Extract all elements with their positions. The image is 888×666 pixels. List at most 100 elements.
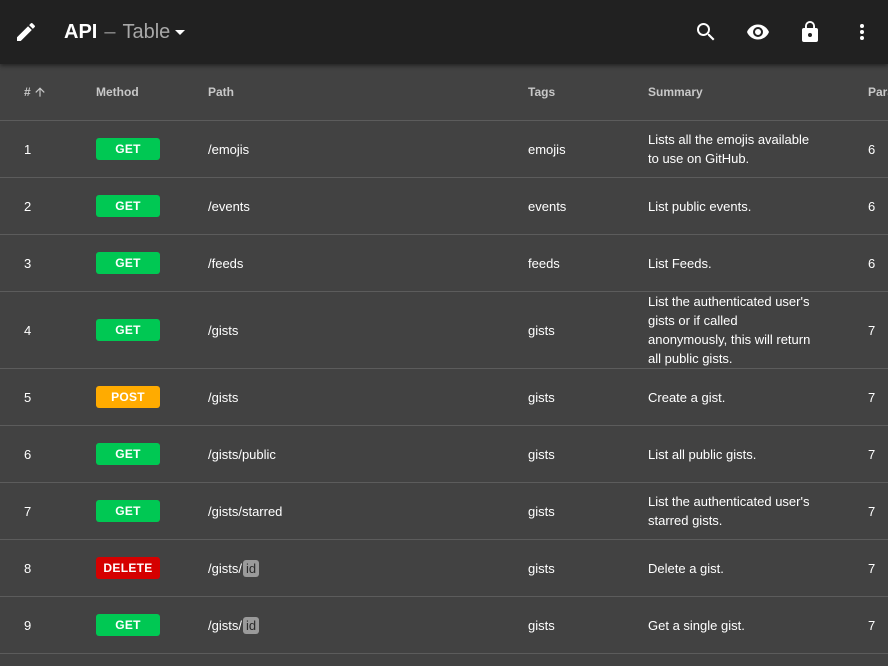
path-text: /feeds [208,255,244,271]
path-text: /gists/ [208,617,242,633]
table-row[interactable]: 1 GET/emojis emojis Lists all the emojis av… [0,121,888,178]
row-number: 5 [24,389,32,405]
path-text: /gists [208,389,239,405]
table-row[interactable]: 8 DELETE/gists/id gists Delete a gist. 7 [0,540,888,597]
more-vert-icon [860,24,864,40]
table-header: # Method Path Tags Summary Parameters [0,64,888,121]
column-header-tags[interactable]: Tags [528,64,638,120]
column-header-summary[interactable]: Summary [648,64,820,120]
path-cell: /gists/id [208,540,508,596]
caret-down-icon [175,30,186,35]
lock-button[interactable] [790,12,830,52]
method-cell: GET [96,235,196,291]
app-bar: API – Table [0,0,888,64]
row-number: 6 [24,446,32,462]
path-text: /gists/public [208,446,276,462]
endpoints-table: # Method Path Tags Summary Parameters 1 G… [0,64,888,666]
eye-icon [747,24,769,40]
tags-cell: feeds [528,255,560,271]
path-text: /gists/ [208,560,242,576]
tags-cell: gists [528,389,555,405]
tags-cell: gists [528,322,555,338]
params-cell: 6 [868,255,876,271]
summary-cell: List public events. [648,198,752,214]
method-badge: GET [96,319,160,341]
row-number: 2 [24,198,32,214]
table-row[interactable]: 2 GET/events events List public events. 6 [0,178,888,235]
search-icon [697,23,715,41]
params-cell: 7 [868,322,876,338]
path-cell: /gists [208,292,508,368]
method-cell: DELETE [96,540,196,596]
summary-cell: Get a single gist. [648,617,745,633]
method-badge: GET [96,195,160,217]
more-options-button[interactable] [842,12,882,52]
edit-button[interactable] [6,12,46,52]
tags-cell: emojis [528,141,566,157]
path-parameter-chip: id [242,616,260,634]
tags-cell: events [528,198,567,214]
title-separator: – [104,20,116,43]
column-header-params[interactable]: Parameters [868,64,888,120]
row-number: 9 [24,617,32,633]
path-cell: /gists/id [208,597,508,653]
method-badge: GET [96,500,160,522]
preview-button[interactable] [738,12,778,52]
title-api: API [64,20,98,43]
sort-ascending-icon [35,87,45,97]
params-cell: 7 [868,617,876,633]
edit-icon [17,22,36,41]
row-number: 1 [24,141,32,157]
summary-cell: List the authenticated user's starred gi… [648,494,810,528]
method-cell: GET [96,292,196,368]
row-number: 8 [24,560,32,576]
method-cell: GET [96,121,196,177]
column-header-path[interactable]: Path [208,64,508,120]
column-header-num[interactable]: # [24,64,84,120]
view-selector[interactable]: API – Table [64,19,192,45]
params-cell: 6 [868,141,876,157]
table-row[interactable]: 7 GET/gists/starred gists List the authenti… [0,483,888,540]
path-text: /gists/starred [208,503,283,519]
column-header-method[interactable]: Method [96,64,196,120]
lock-icon [802,21,818,42]
tags-cell: gists [528,446,555,462]
params-cell: 7 [868,503,876,519]
method-badge: POST [96,386,160,408]
summary-cell: Delete a gist. [648,560,724,576]
table-row[interactable]: 6 GET/gists/public gists List all public gi… [0,426,888,483]
path-text: /emojis [208,141,250,157]
params-cell: 6 [868,198,876,214]
method-badge: GET [96,443,160,465]
params-cell: 7 [868,446,876,462]
tags-cell: gists [528,503,555,519]
method-badge: GET [96,252,160,274]
row-number: 7 [24,503,32,519]
row-number: 4 [24,322,32,338]
path-cell: /gists/public [208,426,508,482]
summary-cell: List Feeds. [648,255,712,271]
table-row[interactable]: 4 GET/gists gists List the authenticated us… [0,292,888,369]
table-row[interactable]: 9 GET/gists/id gists Get a single gist. 7 [0,597,888,654]
path-text: /gists [208,322,239,338]
path-parameter-chip: id [242,559,260,577]
summary-cell: List the authenticated user's gists or i… [648,294,811,366]
column-header-num-label: # [24,85,31,99]
method-cell: GET [96,483,196,539]
table-row[interactable]: 3 GET/feeds feeds List Feeds. 6 [0,235,888,292]
path-cell: /events [208,178,508,234]
summary-cell: List all public gists. [648,446,757,462]
search-button[interactable] [686,12,726,52]
method-cell: GET [96,597,196,653]
path-cell: /gists [208,369,508,425]
tags-cell: gists [528,617,555,633]
params-cell: 7 [868,560,876,576]
params-cell: 7 [868,389,876,405]
path-text: /events [208,198,250,214]
table-row[interactable]: 5 POST/gists gists Create a gist. 7 [0,369,888,426]
title-view: Table [122,20,171,43]
summary-cell: Create a gist. [648,389,726,405]
path-cell: /gists/starred [208,483,508,539]
method-badge: GET [96,138,160,160]
path-cell: /feeds [208,235,508,291]
